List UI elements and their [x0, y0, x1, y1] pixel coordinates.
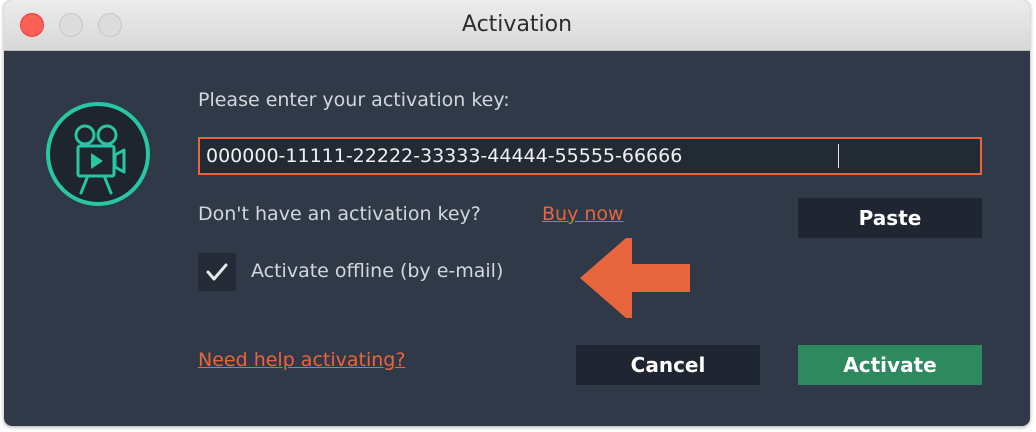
text-caret — [838, 144, 839, 168]
activate-offline-label: Activate offline (by e-mail) — [251, 260, 504, 282]
activate-button[interactable]: Activate — [798, 345, 982, 385]
no-key-text: Don't have an activation key? — [198, 203, 481, 225]
activate-offline-checkbox[interactable] — [198, 253, 236, 291]
checkmark-icon — [206, 263, 228, 281]
title-bar: Activation — [4, 0, 1030, 51]
activation-dialog: Activation Please enter your activation … — [4, 0, 1030, 426]
movie-camera-icon — [46, 102, 150, 206]
activation-key-input[interactable] — [198, 137, 982, 175]
paste-button[interactable]: Paste — [798, 198, 982, 238]
buy-now-link[interactable]: Buy now — [542, 203, 624, 225]
cancel-button[interactable]: Cancel — [576, 345, 760, 385]
arrow-left-icon — [580, 238, 690, 318]
window-title: Activation — [461, 12, 573, 37]
activation-key-prompt: Please enter your activation key: — [198, 89, 510, 111]
need-help-link[interactable]: Need help activating? — [198, 349, 405, 371]
